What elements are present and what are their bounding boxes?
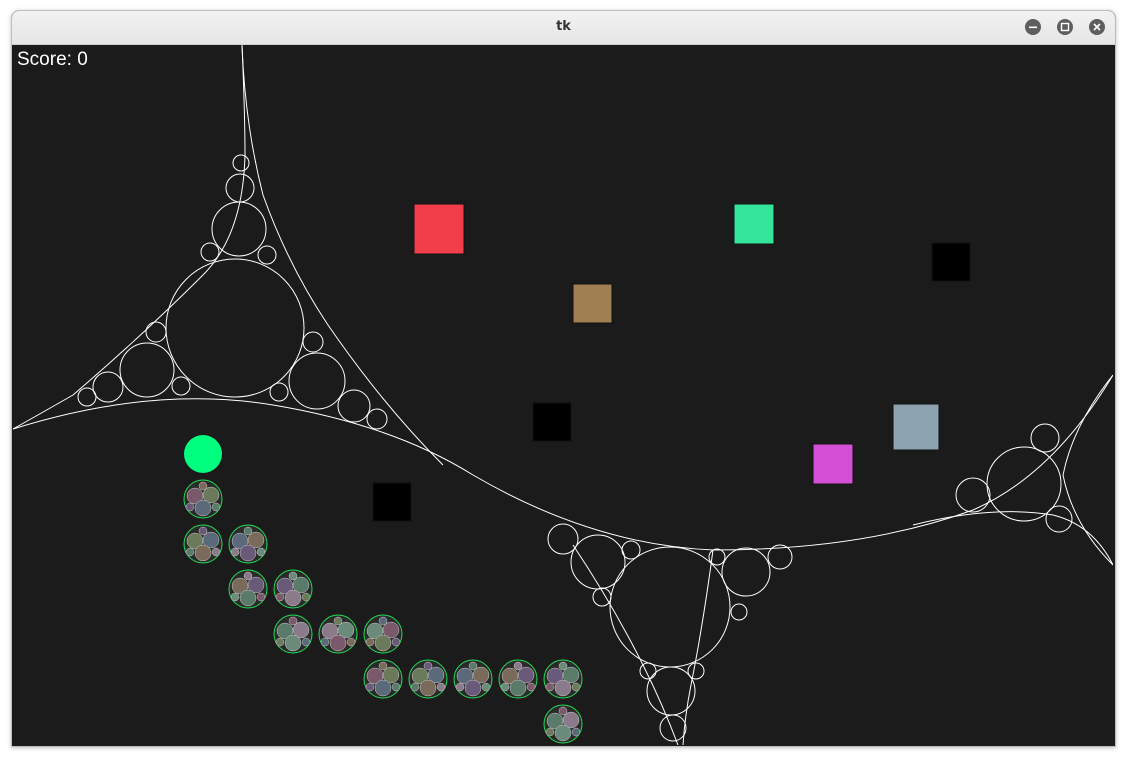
fractal-circle [171,376,191,396]
snake-segment [228,524,268,564]
fractal-circle [337,389,371,423]
fractal-circle [708,548,726,566]
fractal-circle [955,477,991,513]
snake-segment [273,569,313,609]
minimize-icon[interactable] [1025,19,1041,35]
fractal-circle [687,662,705,680]
fractal-arc-bottom-right [682,549,714,746]
score-label: Score: 0 [17,49,88,70]
fractal-circle [547,523,579,555]
block [733,203,775,245]
snake-segment [228,569,268,609]
snake-segment [183,524,223,564]
fractal-arc-bottom-left [572,544,679,746]
snake-segment [273,614,313,654]
snake-segment [543,704,583,744]
snake-segment [543,659,583,699]
fractal-circle [225,173,255,203]
fractal-circle [767,544,793,570]
block [892,403,940,451]
fractal-arc-left [12,44,246,430]
block [413,203,465,255]
snake-head [184,435,222,473]
snake-segment [363,614,403,654]
block [572,283,613,324]
window-title: tk [556,19,571,34]
title-bar[interactable]: tk [12,11,1115,45]
block [931,242,971,282]
snake-segment [408,659,448,699]
blocks [372,203,971,522]
fractal-circle [211,201,267,257]
fractal-circle [730,603,748,621]
fractal-circle [257,245,277,265]
snake [183,435,583,744]
fractal-circle [288,352,346,410]
fractal-circle [92,371,124,403]
close-icon[interactable] [1089,19,1105,35]
maximize-icon[interactable] [1057,19,1073,35]
fractal-circle [646,666,696,716]
fractal-circle [232,154,250,172]
fractal-circle [302,331,324,353]
fractal-circle [1030,423,1060,453]
snake-segment [498,659,538,699]
snake-segment [318,614,358,654]
fractal-pattern [12,44,1114,746]
fractal-circle [621,540,641,560]
fractal-circle [200,242,220,262]
fractal-circle [659,714,687,742]
block [372,482,412,522]
fractal-arc-right [241,44,444,466]
snake-segment [453,659,493,699]
fractal-circle [570,534,626,590]
fractal-circle [721,547,771,597]
fractal-circle [366,408,388,430]
fractal-circle [269,382,289,402]
fractal-circle [639,662,657,680]
snake-segment [363,659,403,699]
fractal-circle [1045,505,1073,533]
fractal-circle [609,546,731,668]
fractal-arc-right-edge [1062,374,1114,566]
fractal-circle [119,342,175,398]
snake-segment [183,479,223,519]
block [532,402,572,442]
fractal-circle [165,258,305,398]
game-canvas[interactable]: Score: 0 [12,44,1114,746]
fractal-circle [77,387,97,407]
app-window: tk Score: 0 [11,10,1116,747]
game-scene [12,44,1114,746]
block [812,443,854,485]
fractal-circle [145,321,167,343]
